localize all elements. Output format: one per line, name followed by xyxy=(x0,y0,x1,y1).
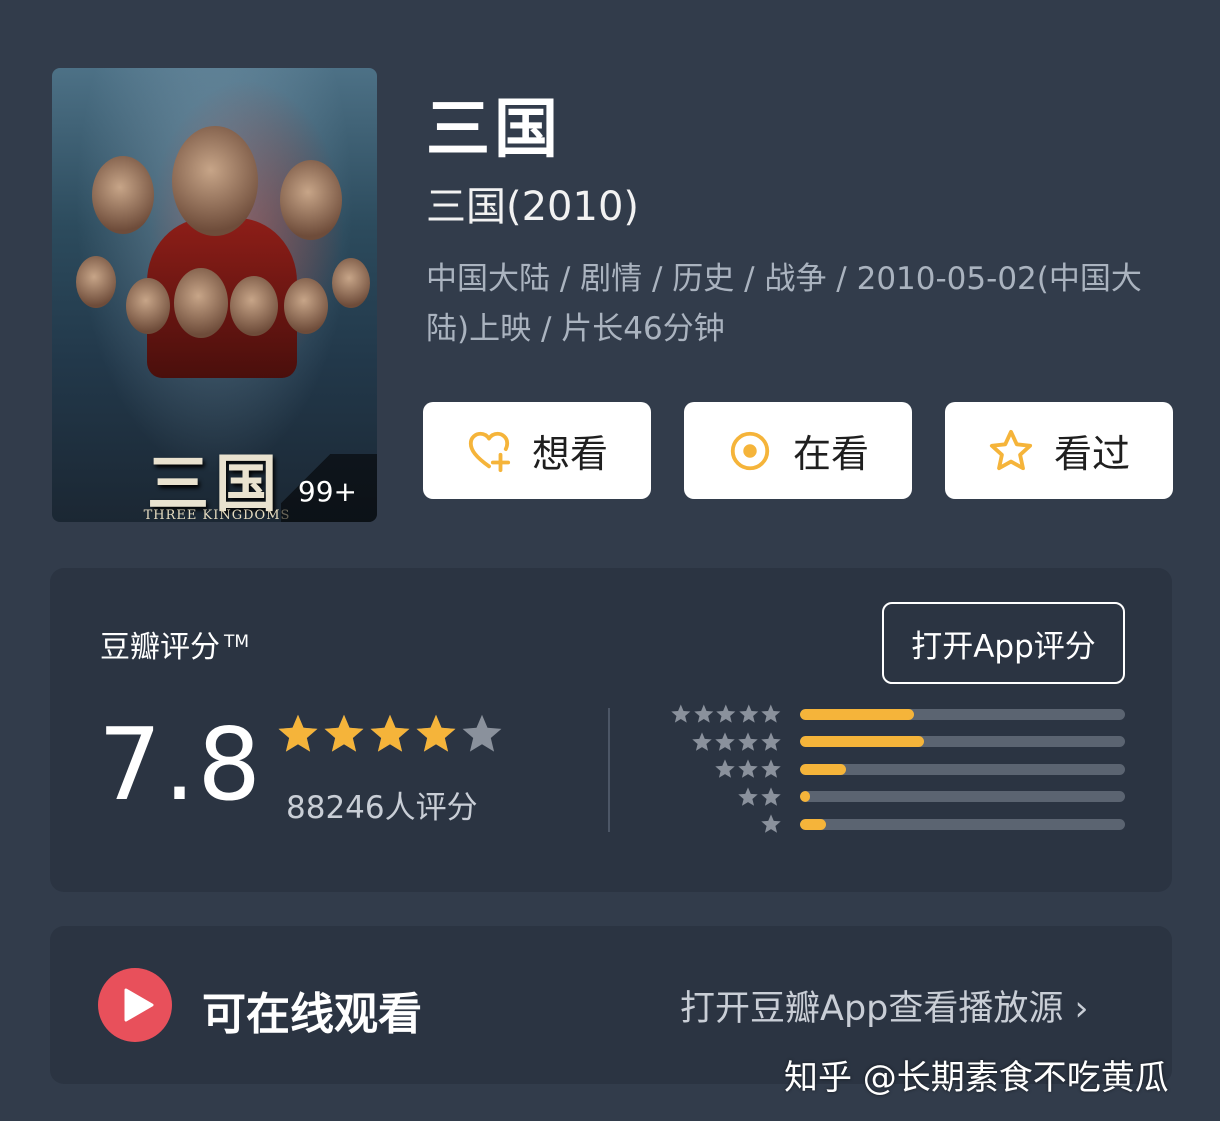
star-gray-icon xyxy=(761,786,781,806)
rating-row-bar-fill xyxy=(800,708,914,720)
rating-row-stars xyxy=(670,703,782,725)
star-empty-icon xyxy=(462,714,502,752)
watching-button[interactable]: 在看 xyxy=(684,402,912,499)
rating-score: 7.8 xyxy=(98,706,264,823)
photo-count-badge[interactable]: 99+ xyxy=(281,454,377,522)
star-filled-icon xyxy=(324,714,364,752)
watched-button[interactable]: 看过 xyxy=(945,402,1173,499)
star-gray-icon xyxy=(715,759,735,778)
rating-row-3-star xyxy=(670,759,1125,779)
star-gray-icon xyxy=(671,704,691,723)
open-app-rate-label: 打开App评分 xyxy=(911,628,1096,665)
rating-row-5-star xyxy=(670,704,1125,724)
open-app-rate-button[interactable]: 打开App评分 xyxy=(882,602,1125,684)
star-gray-icon xyxy=(761,731,781,751)
star-gray-icon xyxy=(693,704,713,723)
star-gray-icon xyxy=(716,704,736,723)
rating-row-stars xyxy=(670,731,782,753)
heart-plus-icon xyxy=(468,431,511,472)
star-gray-icon xyxy=(738,786,758,806)
star-filled-icon xyxy=(370,714,410,752)
photo-count-label: 99+ xyxy=(297,475,357,508)
star-gray-icon xyxy=(692,731,712,751)
star-gray-icon xyxy=(739,704,759,723)
rating-divider xyxy=(608,708,610,832)
rating-row-bar-fill xyxy=(800,763,846,775)
rating-row-stars xyxy=(670,813,782,835)
rating-row-bar xyxy=(800,708,1125,720)
movie-meta-info: 中国大陆 / 剧情 / 历史 / 战争 / 2010-05-02(中国大陆)上映… xyxy=(426,261,1142,347)
star-gray-icon xyxy=(761,759,781,778)
star-gray-icon xyxy=(761,704,781,723)
trademark-mark: TM xyxy=(224,632,250,652)
rating-row-stars xyxy=(670,758,782,780)
rating-card: 豆瓣评分 TM 打开App评分 7.8 88246人评分 xyxy=(50,568,1172,892)
rating-row-stars xyxy=(670,786,782,808)
rating-row-bar xyxy=(800,818,1125,830)
page-title: 三国 xyxy=(426,93,562,167)
watched-label: 看过 xyxy=(1053,432,1130,476)
poster-image[interactable]: 三国 THREE KINGDOMS 99+ xyxy=(52,68,377,522)
rating-row-bar-fill xyxy=(800,736,924,747)
play-icon xyxy=(98,968,172,1042)
rating-row-4-star xyxy=(670,731,1125,753)
rating-stars xyxy=(276,712,504,756)
poster-subtitle-art: THREE KINGDOMS xyxy=(143,508,291,522)
target-circle-icon xyxy=(730,431,770,470)
want-to-watch-label: 想看 xyxy=(531,432,608,476)
star-filled-icon xyxy=(278,714,318,752)
star-gray-icon xyxy=(761,814,781,833)
rating-row-1-star xyxy=(670,814,1125,834)
watch-online-label: 可在线观看 xyxy=(202,989,422,1040)
rating-row-bar-fill xyxy=(800,818,826,830)
want-to-watch-button[interactable]: 想看 xyxy=(423,402,651,499)
rating-row-bar-fill xyxy=(800,791,810,802)
rating-count: 88246人评分 xyxy=(286,790,478,826)
original-title: 三国(2010) xyxy=(426,184,640,230)
rating-row-bar xyxy=(800,791,1125,802)
rating-row-bar xyxy=(800,736,1125,747)
zhihu-watermark: 知乎 @长期素食不吃黄瓜 xyxy=(784,1058,1169,1098)
star-gray-icon xyxy=(738,759,758,778)
open-app-sources-link[interactable]: 打开豆瓣App查看播放源 › xyxy=(680,980,1089,1031)
douban-rating-label: 豆瓣评分 TM xyxy=(100,622,249,666)
douban-rating-text: 豆瓣评分 xyxy=(100,630,220,665)
star-outline-icon xyxy=(989,429,1033,470)
star-gray-icon xyxy=(715,731,735,751)
star-gray-icon xyxy=(738,731,758,751)
watching-label: 在看 xyxy=(792,432,869,476)
rating-row-2-star xyxy=(670,786,1125,808)
rating-row-bar xyxy=(800,763,1125,775)
star-filled-icon xyxy=(416,714,456,752)
